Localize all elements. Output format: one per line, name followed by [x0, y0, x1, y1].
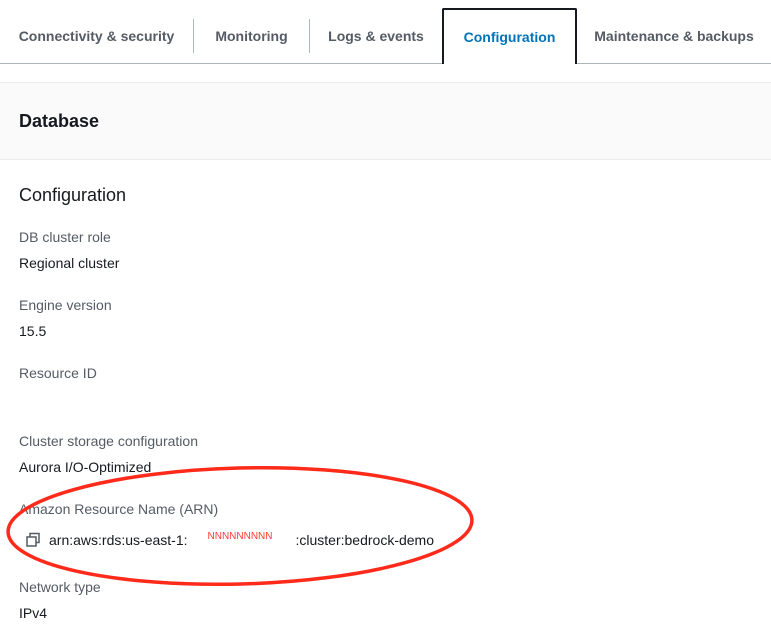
tab-configuration[interactable]: Configuration	[442, 8, 577, 65]
engine-version-label: Engine version	[19, 297, 112, 313]
card-header: Database	[0, 82, 771, 160]
arn-value: arn:aws:rds:us-east-1: NNNNNNNNN:cluster:…	[25, 530, 434, 550]
tab-monitoring[interactable]: Monitoring	[194, 8, 309, 64]
spacer	[0, 64, 771, 82]
engine-version-value: 15.5	[19, 323, 47, 339]
network-type-label: Network type	[19, 579, 101, 595]
tab-maintenance-backups[interactable]: Maintenance & backups	[577, 8, 771, 64]
card-title: Database	[19, 111, 100, 131]
network-type-value: IPv4	[19, 605, 48, 621]
configuration-panel: Configuration DB cluster role Regional c…	[0, 160, 771, 632]
resource-id-label: Resource ID	[19, 365, 97, 381]
cluster-storage-value: Aurora I/O-Optimized	[19, 459, 152, 475]
tab-logs-events[interactable]: Logs & events	[310, 8, 442, 64]
arn-label: Amazon Resource Name (ARN)	[19, 501, 219, 517]
cluster-storage-label: Cluster storage configuration	[19, 433, 198, 449]
db-cluster-role-label: DB cluster role	[19, 229, 111, 245]
db-cluster-role-value: Regional cluster	[19, 255, 120, 271]
tab-bar: Connectivity & security Monitoring Logs …	[0, 0, 771, 65]
section-title: Configuration	[19, 185, 127, 205]
tab-connectivity-security[interactable]: Connectivity & security	[0, 8, 193, 64]
arn-redacted-account: NNNNNNNNN	[187, 530, 296, 550]
arn-prefix: arn:aws:rds:us-east-1:	[49, 532, 188, 548]
copy-icon[interactable]	[25, 532, 41, 548]
arn-suffix: :cluster:bedrock-demo	[295, 532, 435, 548]
